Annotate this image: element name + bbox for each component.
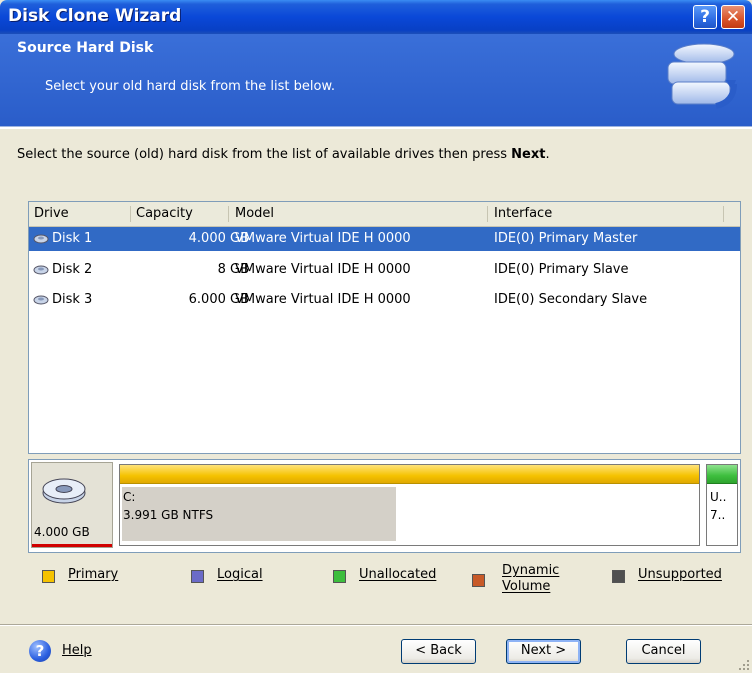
disk-map: 4.000 GB C: 3.991 GB NTFS U.. 7.. (28, 459, 741, 553)
table-row[interactable]: Disk 3 6.000 GB VMware Virtual IDE H 000… (29, 288, 740, 312)
instruction-text: Select the source (old) hard disk from t… (17, 147, 550, 162)
title-close-button[interactable]: ✕ (721, 5, 745, 29)
partition-c[interactable]: C: 3.991 GB NTFS (119, 464, 700, 546)
table-row[interactable]: Disk 2 8 GB VMware Virtual IDE H 0000 ID… (29, 258, 740, 282)
footer-separator (0, 624, 752, 626)
disk-list[interactable]: Drive Capacity Model Interface Disk 1 4.… (28, 201, 741, 454)
cancel-button[interactable]: Cancel (626, 639, 701, 664)
partition-letter: C: (123, 490, 136, 504)
column-interface[interactable]: Interface (494, 206, 552, 221)
disk-size-label: 4.000 GB (34, 525, 90, 539)
disk-clone-wizard-window: Disk Clone Wizard ? ✕ Source Hard Disk S… (0, 0, 752, 673)
title-help-button[interactable]: ? (693, 5, 717, 29)
hard-disk-icon (42, 478, 86, 504)
hard-disk-icon (33, 265, 49, 275)
legend-primary-label: Primary (68, 567, 119, 582)
dynamic-swatch (472, 574, 485, 587)
unsupported-swatch (612, 570, 625, 583)
drive-cell: Disk 1 (52, 231, 93, 246)
capacity-cell: 8 GB (217, 262, 249, 277)
model-cell: VMware Virtual IDE H 0000 (235, 262, 411, 277)
column-divider (130, 206, 131, 222)
drive-cell: Disk 2 (52, 262, 93, 277)
table-row[interactable]: Disk 1 4.000 GB VMware Virtual IDE H 000… (29, 227, 740, 251)
back-button[interactable]: < Back (401, 639, 476, 664)
page-subtitle: Select your old hard disk from the list … (45, 79, 336, 94)
page-title: Source Hard Disk (17, 40, 154, 56)
hard-disk-icon (33, 295, 49, 305)
model-cell: VMware Virtual IDE H 0000 (235, 231, 411, 246)
column-divider (723, 206, 724, 222)
list-header: Drive Capacity Model Interface (29, 202, 740, 227)
legend-unsupported-label: Unsupported (638, 567, 722, 582)
unallocated-bar (707, 465, 737, 484)
legend-logical-label: Logical (217, 567, 263, 582)
help-link[interactable]: Help (62, 643, 92, 658)
column-divider (228, 206, 229, 222)
interface-cell: IDE(0) Primary Slave (494, 262, 629, 277)
model-cell: VMware Virtual IDE H 0000 (235, 292, 411, 307)
header-separator (0, 126, 752, 129)
capacity-cell: 4.000 GB (188, 231, 249, 246)
help-icon[interactable]: ? (29, 640, 51, 662)
window-title: Disk Clone Wizard (8, 6, 182, 26)
unallocated-swatch (333, 570, 346, 583)
primary-partition-bar (120, 465, 699, 484)
unallocated-partition[interactable]: U.. 7.. (706, 464, 738, 546)
primary-swatch (42, 570, 55, 583)
column-capacity[interactable]: Capacity (136, 206, 193, 221)
resize-grip-icon[interactable] (738, 659, 750, 671)
hard-disk-icon (33, 234, 49, 244)
disk-summary[interactable]: 4.000 GB (31, 462, 113, 548)
legend-unallocated-label: Unallocated (359, 567, 437, 582)
column-drive[interactable]: Drive (34, 206, 69, 221)
legend-dynamic-label: Dynamic Volume (502, 563, 560, 594)
partition-info: 3.991 GB NTFS (123, 508, 214, 522)
capacity-cell: 6.000 GB (188, 292, 249, 307)
unallocated-label: U.. (710, 490, 727, 504)
drive-cell: Disk 3 (52, 292, 93, 307)
disk-underline (32, 544, 112, 547)
logical-swatch (191, 570, 204, 583)
column-divider (487, 206, 488, 222)
next-button[interactable]: Next > (506, 639, 581, 664)
interface-cell: IDE(0) Secondary Slave (494, 292, 648, 307)
title-bar[interactable]: Disk Clone Wizard ? ✕ (0, 0, 752, 34)
disk-clone-icon (667, 43, 737, 109)
unallocated-size: 7.. (710, 508, 726, 522)
interface-cell: IDE(0) Primary Master (494, 231, 638, 246)
column-model[interactable]: Model (235, 206, 274, 221)
